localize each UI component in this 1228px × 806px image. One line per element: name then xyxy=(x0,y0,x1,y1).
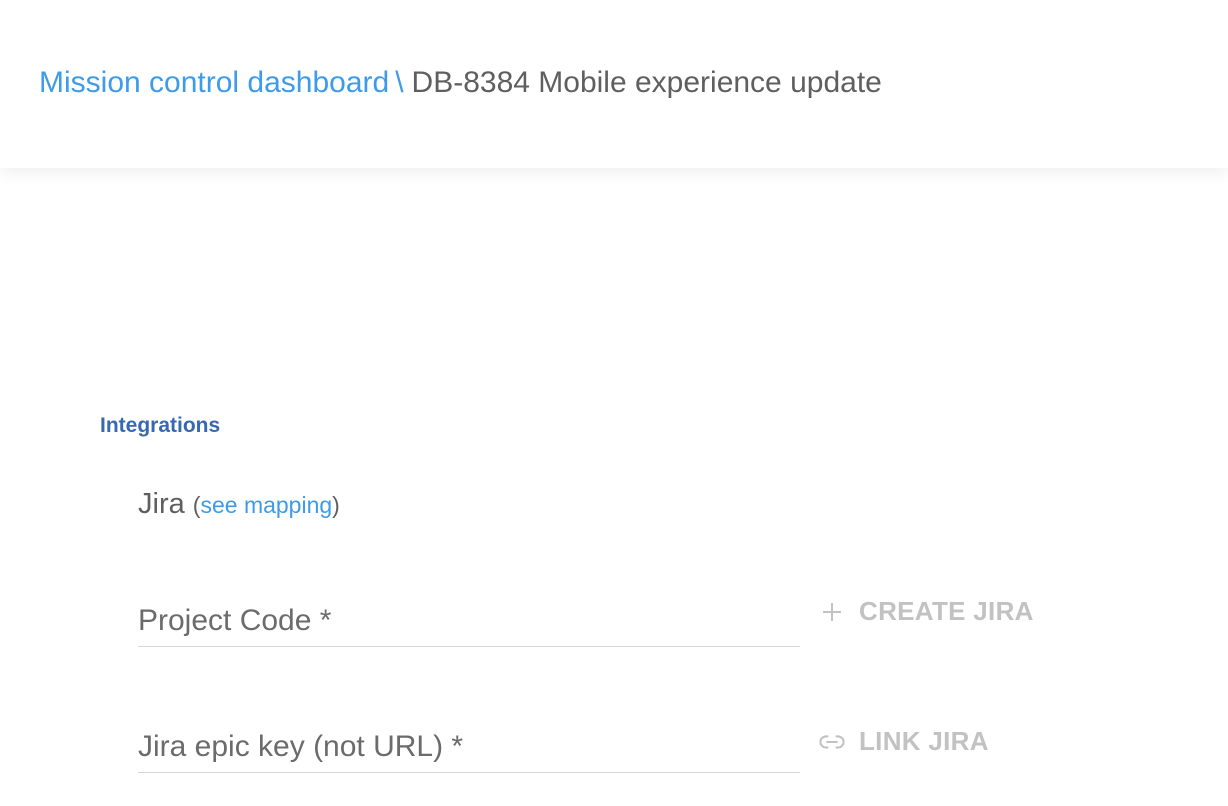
integrations-section-title: Integrations xyxy=(100,414,221,437)
link-jira-label: LINK JIRA xyxy=(859,726,989,756)
see-mapping-link[interactable]: see mapping xyxy=(200,492,332,518)
jira-label: Jira xyxy=(138,488,185,520)
plus-icon xyxy=(819,599,845,625)
project-code-field xyxy=(138,596,800,647)
epic-key-field xyxy=(138,722,800,773)
link-icon xyxy=(819,729,845,755)
project-code-input[interactable] xyxy=(138,596,800,646)
page-header: Mission control dashboard \ DB-8384 Mobile… xyxy=(0,0,1228,168)
breadcrumb-dashboard-link[interactable]: Mission control dashboard xyxy=(39,66,389,99)
breadcrumb: Mission control dashboard \ DB-8384 Mobile… xyxy=(39,64,882,102)
jira-heading: Jira (see mapping) xyxy=(138,488,340,521)
create-jira-button[interactable]: CREATE JIRA xyxy=(819,596,1034,627)
link-jira-button[interactable]: LINK JIRA xyxy=(819,726,989,757)
close-paren: ) xyxy=(332,492,340,518)
create-jira-label: CREATE JIRA xyxy=(859,596,1034,626)
epic-key-input[interactable] xyxy=(138,722,800,772)
breadcrumb-separator: \ xyxy=(395,66,404,99)
breadcrumb-current-page: DB-8384 Mobile experience update xyxy=(411,66,882,99)
